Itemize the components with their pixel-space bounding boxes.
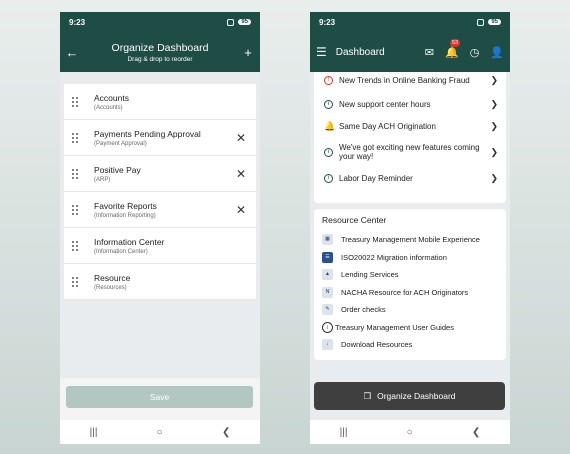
- close-icon[interactable]: ✕: [234, 203, 248, 217]
- list-item[interactable]: ✎ Order checks: [322, 301, 498, 319]
- chevron-right-icon: ❯: [490, 120, 498, 131]
- wifi-icon: [227, 18, 235, 26]
- status-bar: 9:23 95: [60, 12, 260, 32]
- save-button[interactable]: Save: [66, 386, 253, 408]
- battery-indicator: 95: [238, 19, 251, 25]
- close-icon[interactable]: ✕: [234, 167, 248, 181]
- page-subtitle: Drag & drop to reorder: [127, 55, 193, 63]
- back-arrow-icon[interactable]: ←: [60, 45, 84, 60]
- list-item[interactable]: ▲ Lending Services: [322, 266, 498, 284]
- status-time: 9:23: [69, 17, 86, 27]
- item-subtitle: (Information Center): [94, 248, 148, 255]
- back-icon[interactable]: ❮: [472, 427, 480, 438]
- dashboard-header: ☰ Dashboard ✉ 🔔 53 ◷ 👤: [310, 32, 510, 72]
- drag-handle-icon[interactable]: [72, 276, 80, 287]
- check-icon: ✎: [322, 304, 333, 316]
- page-title: Organize Dashboard: [111, 41, 209, 54]
- list-item[interactable]: i We've got exciting new features coming…: [314, 137, 506, 167]
- hamburger-menu-icon[interactable]: ☰: [316, 45, 327, 59]
- resource-center-title: Resource Center: [322, 215, 387, 225]
- mail-icon[interactable]: ✉: [425, 46, 434, 59]
- list-item[interactable]: Favorite Reports (Information Reporting)…: [64, 192, 256, 228]
- dashboard-screen: 9:23 95 ☰ Dashboard ✉ 🔔 53 ◷ 👤 ! New Tren…: [310, 12, 510, 444]
- info-icon: i: [322, 321, 333, 333]
- organize-header: ← Organize Dashboard Drag & drop to reor…: [60, 32, 260, 72]
- chevron-right-icon: ❯: [490, 98, 498, 109]
- document-icon: ☰: [322, 251, 333, 263]
- notifications-card: ! New Trends in Online Banking Fraud ❯ i…: [314, 72, 506, 203]
- drag-handle-icon[interactable]: [72, 132, 80, 143]
- list-item[interactable]: Information Center (Information Center): [64, 228, 256, 264]
- organize-screen: 9:23 95 ← Organize Dashboard Drag & drop…: [60, 12, 260, 444]
- alert-circle-icon: !: [324, 75, 333, 85]
- info-icon: i: [324, 99, 333, 109]
- list-item[interactable]: i New support center hours ❯: [314, 93, 506, 115]
- drag-handle-icon[interactable]: [72, 168, 80, 179]
- android-nav-bar: ||| ○ ❮: [310, 420, 510, 444]
- list-item[interactable]: Positive Pay (ARP) ✕: [64, 156, 256, 192]
- item-name: Information Center: [94, 236, 165, 247]
- item-name: Payments Pending Approval: [94, 128, 201, 139]
- notification-badge: 53: [449, 38, 461, 47]
- list-item[interactable]: ! New Trends in Online Banking Fraud ❯: [314, 72, 506, 93]
- drag-handle-icon[interactable]: [72, 240, 80, 251]
- item-name: Favorite Reports: [94, 200, 157, 211]
- chevron-right-icon: ❯: [490, 146, 498, 157]
- drag-handle-icon[interactable]: [72, 96, 80, 107]
- chevron-right-icon: ❯: [490, 172, 498, 183]
- list-item[interactable]: 🔔 Same Day ACH Origination ❯: [314, 115, 506, 137]
- clock-icon[interactable]: ◷: [470, 46, 480, 59]
- organize-dashboard-button[interactable]: ❐ Organize Dashboard: [314, 382, 505, 410]
- back-icon[interactable]: ❮: [222, 427, 230, 438]
- item-name: Positive Pay: [94, 164, 141, 175]
- wifi-icon: [477, 18, 485, 26]
- copy-icon: ❐: [363, 390, 372, 401]
- recents-icon[interactable]: |||: [90, 427, 98, 438]
- list-item[interactable]: i Labor Day Reminder ❯: [314, 167, 506, 189]
- bell-icon[interactable]: 🔔 53: [445, 38, 461, 59]
- recents-icon[interactable]: |||: [340, 427, 348, 438]
- list-item[interactable]: i Treasury Management User Guides: [322, 319, 498, 337]
- item-name: Resource: [94, 272, 131, 283]
- list-item[interactable]: ↓ Download Resources: [322, 336, 498, 354]
- home-icon[interactable]: ○: [407, 427, 413, 438]
- nacha-icon: N: [322, 286, 333, 298]
- chevron-right-icon: ❯: [490, 74, 498, 85]
- list-item[interactable]: Resource (Resources): [64, 264, 256, 300]
- item-subtitle: (Payment Approval): [94, 140, 147, 147]
- user-icon[interactable]: 👤: [490, 46, 504, 59]
- page-title: Dashboard: [335, 46, 385, 58]
- list-item[interactable]: Payments Pending Approval (Payment Appro…: [64, 120, 256, 156]
- download-icon: ↓: [322, 339, 333, 351]
- item-subtitle: (Resources): [94, 284, 127, 291]
- close-icon[interactable]: ✕: [234, 131, 248, 145]
- organize-list: Accounts (Accounts) Payments Pending App…: [64, 84, 256, 300]
- drag-handle-icon[interactable]: [72, 204, 80, 215]
- item-subtitle: (ARP): [94, 176, 111, 183]
- list-item[interactable]: Accounts (Accounts): [64, 84, 256, 120]
- bank-icon: ▲: [322, 269, 333, 281]
- home-icon[interactable]: ○: [157, 427, 163, 438]
- list-item[interactable]: ☰ ISO20022 Migration information: [322, 249, 498, 267]
- status-time: 9:23: [319, 17, 336, 27]
- android-nav-bar: ||| ○ ❮: [60, 420, 260, 444]
- resource-center-card: Resource Center ▦ Treasury Management Mo…: [314, 209, 506, 360]
- item-name: Accounts: [94, 92, 129, 103]
- list-item[interactable]: ▦ Treasury Management Mobile Experience: [322, 231, 498, 249]
- add-icon[interactable]: +: [236, 45, 260, 60]
- status-bar: 9:23 95: [310, 12, 510, 32]
- bell-icon: 🔔: [324, 120, 336, 131]
- item-subtitle: (Accounts): [94, 104, 123, 111]
- qr-code-icon: ▦: [322, 234, 333, 246]
- battery-indicator: 95: [488, 19, 501, 25]
- info-icon: i: [324, 173, 333, 183]
- item-subtitle: (Information Reporting): [94, 212, 156, 219]
- info-icon: i: [324, 147, 333, 157]
- list-item[interactable]: N NACHA Resource for ACH Originators: [322, 284, 498, 302]
